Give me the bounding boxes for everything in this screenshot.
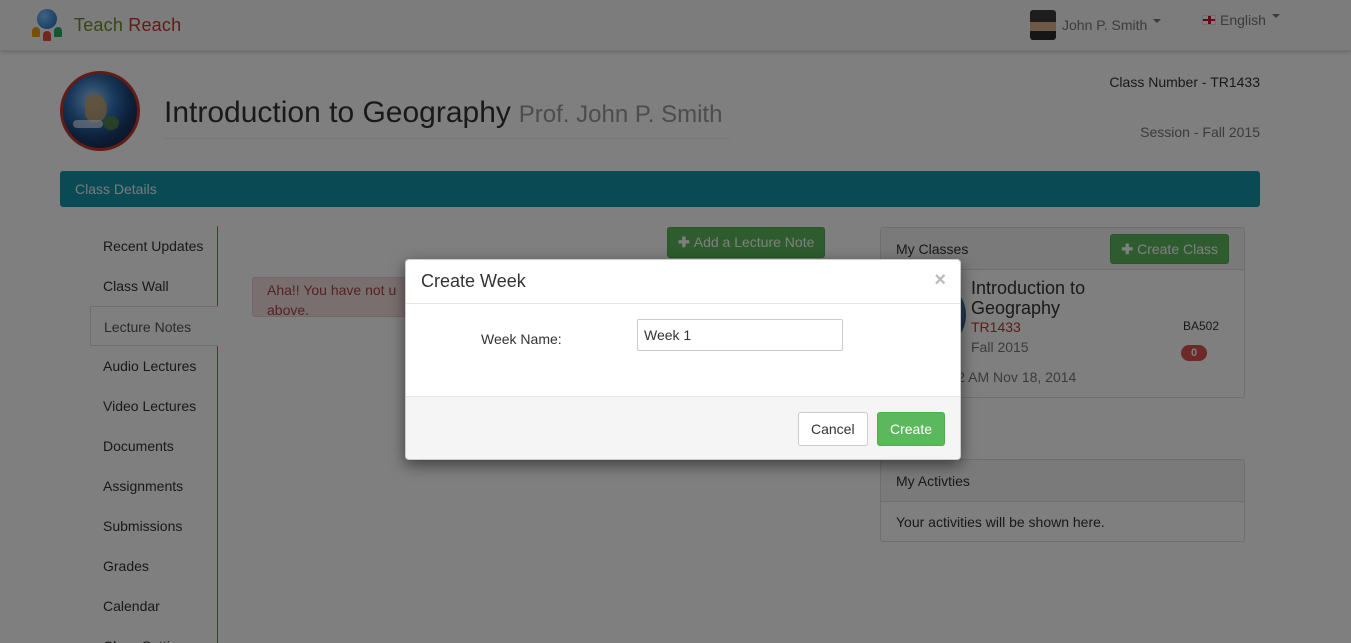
modal-title: Create Week [421,271,526,291]
modal-header: Create Week × [406,260,960,304]
modal-body: Week Name: [406,304,960,396]
create-week-modal: Create Week × Week Name: Cancel Create [405,259,961,460]
modal-footer: Cancel Create [406,396,960,459]
week-name-input[interactable] [637,319,843,351]
close-icon[interactable]: × [934,270,946,290]
cancel-button[interactable]: Cancel [798,412,868,446]
create-button[interactable]: Create [877,412,946,446]
week-name-label: Week Name: [481,331,562,347]
